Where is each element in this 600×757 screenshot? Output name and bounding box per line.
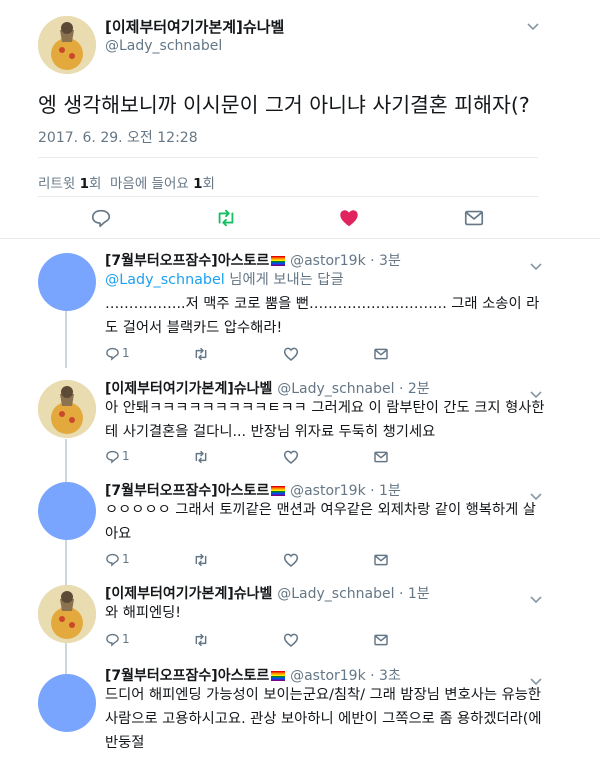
author-name[interactable]: [이제부터여기가본계]슈나벨 — [105, 586, 272, 602]
tweet-timestamp[interactable]: 2017. 6. 29. 오전 12:28 — [38, 127, 198, 147]
author-name[interactable]: [이제부터여기가본계]슈나벨 — [105, 381, 272, 397]
reply-author[interactable]: [이제부터여기가본계]슈나벨 @Lady_schnabel · 2분 — [105, 378, 430, 398]
reply-author[interactable]: [7월부터오프잠수]아스토르 @astor19k · 3분 — [105, 250, 401, 270]
thread-line — [65, 537, 67, 585]
reply-actions: 1 — [105, 346, 545, 362]
direct-message-icon[interactable] — [373, 346, 389, 362]
author-meta[interactable]: @astor19k · 3초 — [290, 668, 401, 684]
reply-text: 드디어 해피엔딩 가능성이 보이는군요/침착/ 그래 밤장님 변호사는 유능한 … — [105, 687, 542, 751]
avatar[interactable] — [38, 380, 96, 438]
reply-count: 1 — [122, 346, 130, 360]
author-name[interactable]: [7월부터오프잠수]아스토르 — [105, 668, 269, 684]
author-meta[interactable]: @astor19k · 3분 — [290, 253, 401, 269]
tweet-stats: 리트윗 1회 마음에 들어요 1회 — [38, 172, 215, 192]
reply-author[interactable]: [7월부터오프잠수]아스토르 @astor19k · 1분 — [105, 480, 401, 500]
reply-to-link[interactable]: @Lady_schnabel — [105, 272, 225, 288]
reply-to-line: @Lady_schnabel 님에게 보내는 답글 — [105, 268, 545, 292]
reply-text: 와 해피엔딩! — [105, 605, 182, 621]
avatar[interactable] — [38, 585, 96, 643]
rainbow-flag-icon — [271, 256, 286, 266]
likes-label[interactable]: 마음에 들어요 — [110, 176, 189, 192]
retweets-count[interactable]: 1 — [80, 176, 89, 192]
retweets-label[interactable]: 리트윗 — [38, 176, 75, 192]
author-meta[interactable]: @Lady_schnabel · 2분 — [277, 381, 429, 397]
avatar[interactable] — [38, 674, 96, 732]
reply-icon[interactable] — [105, 346, 120, 361]
reply-actions: 1 — [105, 552, 545, 568]
direct-message-icon[interactable] — [373, 449, 389, 465]
divider — [38, 157, 538, 158]
reply-author[interactable]: [7월부터오프잠수]아스토르 @astor19k · 3초 — [105, 665, 401, 685]
retweet-icon[interactable] — [193, 552, 209, 568]
heart-icon[interactable] — [338, 207, 362, 231]
heart-icon[interactable] — [283, 552, 299, 568]
reply-count: 1 — [122, 552, 130, 566]
heart-icon[interactable] — [283, 346, 299, 362]
heart-icon[interactable] — [283, 632, 299, 648]
chevron-down-icon[interactable] — [527, 20, 539, 34]
rainbow-flag-icon — [271, 486, 286, 496]
reply-actions: 1 — [105, 632, 545, 648]
reply-text: ㅇㅇㅇㅇㅇ 그래서 토끼같은 맨션과 여우같은 외제차랑 같이 행복하게 살아요 — [105, 502, 536, 542]
author-name[interactable]: [7월부터오프잠수]아스토르 — [105, 253, 269, 269]
avatar[interactable] — [38, 253, 96, 311]
thread-line — [65, 642, 67, 674]
retweet-icon[interactable] — [193, 346, 209, 362]
thread-line — [65, 311, 67, 368]
reply-text: ……………..저 맥주 코로 뿜을 뻔……………………….. 그래 소송이 라도… — [105, 296, 540, 336]
direct-message-icon[interactable] — [373, 632, 389, 648]
reply-count: 1 — [122, 632, 130, 646]
thread-line — [65, 439, 67, 482]
retweet-icon[interactable] — [215, 207, 239, 231]
heart-icon[interactable] — [283, 449, 299, 465]
author-meta[interactable]: @Lady_schnabel · 1분 — [277, 586, 429, 602]
retweets-unit: 회 — [88, 176, 102, 192]
reply-icon[interactable] — [105, 449, 120, 464]
likes-unit: 회 — [202, 176, 215, 192]
divider — [38, 196, 538, 197]
reply-icon[interactable] — [90, 207, 114, 231]
author-meta[interactable]: @astor19k · 1분 — [290, 483, 401, 499]
avatar[interactable] — [38, 16, 96, 74]
author-name[interactable]: [이제부터여기가본계]슈나벨 — [105, 16, 284, 37]
author-handle[interactable]: @Lady_schnabel — [105, 38, 222, 54]
divider — [0, 238, 600, 239]
reply-to-label: 님에게 보내는 답글 — [224, 272, 344, 288]
reply-author[interactable]: [이제부터여기가본계]슈나벨 @Lady_schnabel · 1분 — [105, 583, 430, 603]
reply-count: 1 — [122, 449, 130, 463]
direct-message-icon[interactable] — [373, 552, 389, 568]
author-name[interactable]: [7월부터오프잠수]아스토르 — [105, 483, 269, 499]
reply-icon[interactable] — [105, 552, 120, 567]
rainbow-flag-icon — [271, 671, 286, 681]
retweet-icon[interactable] — [193, 632, 209, 648]
reply-text: 아 안퇘ㅋㅋㅋㅋㅋㅋㅋㅋㅋㅌㅋㅋ 그러게요 이 람부탄이 간도 크지 형사한 테… — [105, 400, 545, 440]
avatar[interactable] — [38, 482, 96, 540]
likes-count[interactable]: 1 — [193, 176, 202, 192]
direct-message-icon[interactable] — [463, 207, 487, 231]
reply-actions: 1 — [105, 449, 545, 465]
reply-icon[interactable] — [105, 632, 120, 647]
retweet-icon[interactable] — [193, 449, 209, 465]
tweet-text: 엥 생각해보니까 이시문이 그거 아니냐 사기결혼 피해자(? — [38, 93, 530, 117]
